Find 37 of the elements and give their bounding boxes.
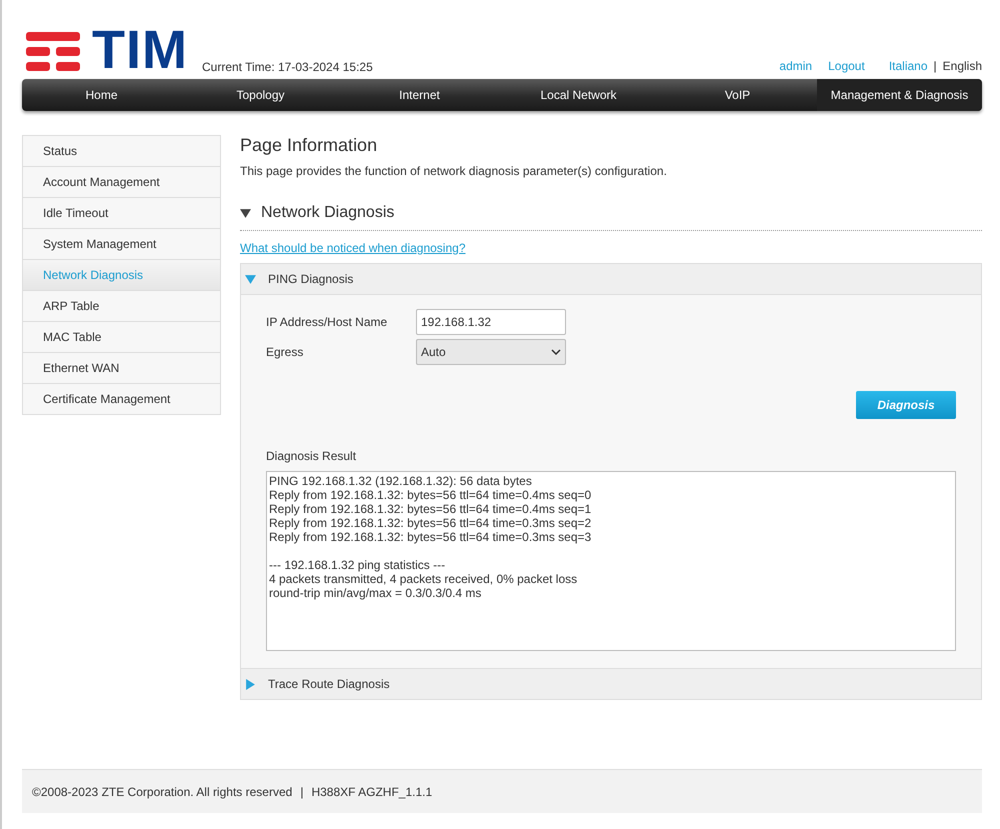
page-title: Page Information (240, 135, 378, 156)
version-text: H388XF AGZHF_1.1.1 (311, 784, 432, 798)
sidebar-item[interactable]: Ethernet WAN (23, 353, 220, 384)
select-field[interactable]: Auto (416, 339, 566, 365)
expand-triangle-icon (245, 678, 256, 690)
current-time: Current Time: 17-03-2024 15:25 (202, 61, 373, 73)
page-description: This page provides the function of network diagnosis parameter(s) configuration. (240, 164, 668, 178)
nav-tab[interactable]: Internet (340, 79, 499, 111)
nav-tab[interactable]: Home (22, 79, 181, 111)
section-title: Network Diagnosis (261, 204, 394, 222)
sidebar-item[interactable]: Status (23, 136, 220, 167)
logo-stripes-icon (26, 32, 80, 72)
nav-tab[interactable]: Topology (181, 79, 340, 111)
sidebar-item[interactable]: Account Management (23, 167, 220, 198)
sidebar-item[interactable]: Certificate Management (23, 384, 220, 414)
footer-separator: | (300, 784, 304, 798)
panel-header[interactable]: PING Diagnosis (241, 264, 981, 295)
expand-triangle-icon (245, 274, 256, 284)
collapse-triangle-icon (240, 208, 251, 218)
language-separator: | (934, 59, 937, 73)
field-label: Egress (266, 345, 304, 359)
logo-text: TIM (92, 28, 188, 72)
input-field[interactable]: 192.168.1.32 (416, 309, 566, 335)
language-link[interactable]: English (942, 59, 982, 73)
sidebar-item[interactable]: MAC Table (23, 322, 220, 353)
chevron-down-icon (551, 349, 561, 355)
nav-tab[interactable]: Local Network (499, 79, 658, 111)
result-label: Diagnosis Result (266, 449, 358, 463)
nav-tab[interactable]: VoIP (658, 79, 817, 111)
sidebar-item[interactable]: ARP Table (23, 291, 220, 322)
result-output[interactable]: PING 192.168.1.32 (192.168.1.32): 56 data bytes Reply from 192.168.1.32: bytes=56 ttl=64 time=0.4ms seq=0 Reply from 192.168.1.32: bytes=56 ttl=64 time=0.4ms seq=1 Reply from 192.168.1.32: bytes=56 ttl=64 time=0.3ms seq=2 Reply from 192.168.1.32: bytes=56 ttl=64 time=0.3ms seq=3 --- 192.168.1.32 ping statistics --- 4 packets transmitted, 4 packets received, 0% packet loss round-trip min/avg/max = 0.3/0.3/0.4 ms (266, 471, 956, 651)
sidebar-item[interactable]: System Management (23, 229, 220, 260)
sidebar-item[interactable]: Idle Timeout (23, 198, 220, 229)
nav-tab[interactable]: Management & Diagnosis (817, 79, 982, 111)
field-label: IP Address/Host Name (266, 315, 388, 329)
copyright-text: ©2008-2023 ZTE Corporation. All rights reserved (32, 784, 292, 798)
panel-header[interactable]: Trace Route Diagnosis (241, 669, 981, 699)
